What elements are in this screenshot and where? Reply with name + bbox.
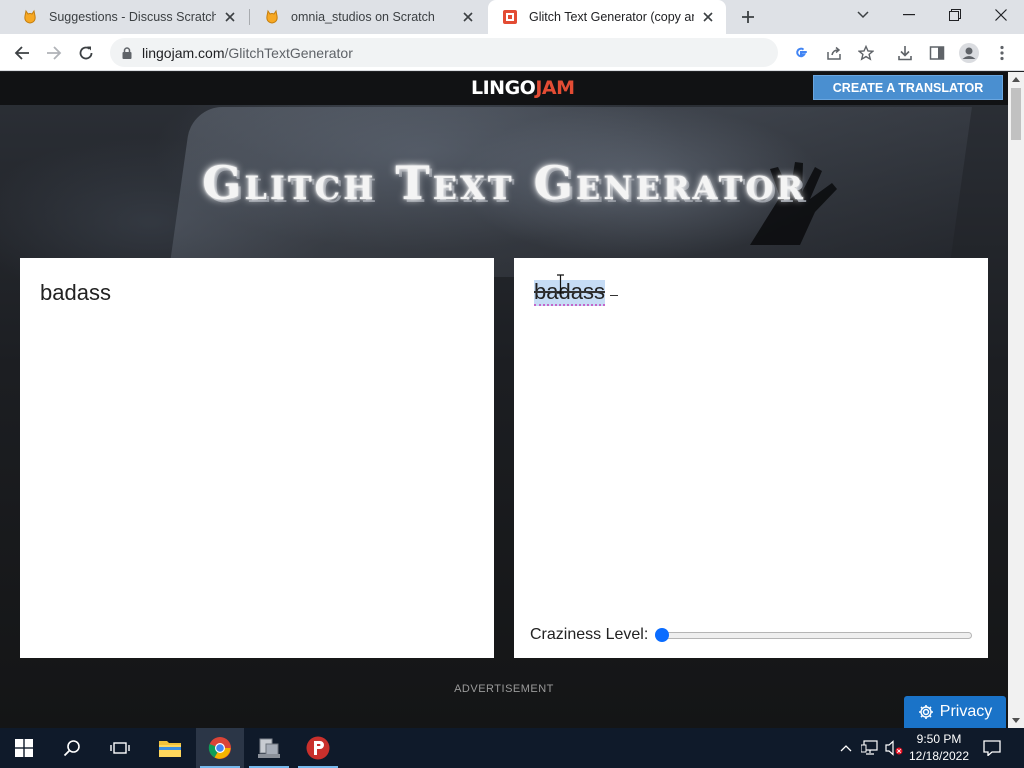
google-lens-icon[interactable] <box>788 40 814 66</box>
windows-taskbar: 9:50 PM 12/18/2022 <box>0 728 1024 768</box>
browser-toolbar: lingojam.com/GlitchTextGenerator <box>0 34 1024 71</box>
url-text: lingojam.com/GlitchTextGenerator <box>142 45 353 61</box>
craziness-slider[interactable] <box>655 628 973 642</box>
create-translator-button[interactable]: CREATE A TRANSLATOR <box>813 75 1003 100</box>
notifications-icon[interactable] <box>980 728 1004 768</box>
url-path: /GlitchTextGenerator <box>224 44 353 61</box>
close-tab-icon[interactable] <box>460 9 476 25</box>
task-view-icon[interactable] <box>96 728 144 768</box>
text-cursor-icon <box>557 274 564 294</box>
advertisement-label: ADVERTISEMENT <box>454 683 554 695</box>
slider-track <box>656 632 973 639</box>
show-hidden-icons-chevron-icon[interactable] <box>836 728 856 768</box>
clock-date: 12/18/2022 <box>908 749 970 763</box>
side-panel-icon[interactable] <box>924 40 950 66</box>
forward-button[interactable] <box>41 40 67 66</box>
tab-title: omnia_studios on Scratch <box>291 10 435 24</box>
url-host: lingojam.com <box>142 44 225 61</box>
reload-button[interactable] <box>73 40 99 66</box>
craziness-control: Craziness Level: <box>530 626 973 644</box>
share-icon[interactable] <box>821 40 847 66</box>
search-icon[interactable] <box>48 728 96 768</box>
lingojam-logo[interactable]: LINGOJAM <box>471 77 575 99</box>
output-textarea[interactable]: badass Craziness Level: <box>514 258 988 658</box>
restore-button[interactable] <box>932 0 978 30</box>
page-title: Glitch Text Generator <box>202 156 806 210</box>
network-status-icon[interactable] <box>859 728 881 768</box>
logo-part-lingo: LINGO <box>471 77 536 99</box>
new-tab-button[interactable] <box>737 6 759 28</box>
scroll-down-arrow-icon[interactable] <box>1012 716 1020 724</box>
output-text-selected: badass <box>534 279 605 306</box>
minimize-button[interactable] <box>886 0 932 30</box>
download-icon[interactable] <box>892 40 918 66</box>
tab-title: Suggestions - Discuss Scratch <box>49 10 216 24</box>
file-explorer-icon[interactable] <box>146 728 194 768</box>
windows-start-icon[interactable] <box>0 728 48 768</box>
volume-muted-icon[interactable] <box>883 728 905 768</box>
psiphon-icon[interactable] <box>294 728 342 768</box>
system-clock[interactable]: 9:50 PM 12/18/2022 <box>906 731 972 765</box>
tab-title: Glitch Text Generator (copy and p <box>529 10 694 24</box>
profile-avatar-icon[interactable] <box>956 40 982 66</box>
menu-kebab-icon[interactable] <box>989 40 1015 66</box>
page-scrollbar[interactable] <box>1008 72 1024 728</box>
bookmark-star-icon[interactable] <box>853 40 879 66</box>
glitch-strike-tail <box>610 295 618 296</box>
network-app-icon[interactable] <box>245 728 293 768</box>
gear-icon <box>918 705 933 719</box>
chrome-icon[interactable] <box>196 728 244 768</box>
scratch-cat-icon <box>22 9 38 25</box>
slider-thumb[interactable] <box>655 628 670 642</box>
input-textarea[interactable]: badass <box>20 258 494 658</box>
lock-icon[interactable] <box>120 46 134 60</box>
close-window-button[interactable] <box>978 0 1024 30</box>
site-header: LINGOJAM CREATE A TRANSLATOR <box>0 72 1008 105</box>
page-viewport: LINGOJAM CREATE A TRANSLATOR Glitch Text… <box>0 72 1008 728</box>
tab-glitch-text-generator[interactable]: Glitch Text Generator (copy and p <box>488 0 726 34</box>
close-tab-icon[interactable] <box>700 9 716 25</box>
tab-omnia-studios[interactable]: omnia_studios on Scratch <box>250 0 486 34</box>
privacy-button[interactable]: Privacy <box>904 696 1006 728</box>
scroll-up-arrow-icon[interactable] <box>1012 76 1020 84</box>
tab-strip: Suggestions - Discuss Scratch omnia_stud… <box>0 0 1024 34</box>
lingojam-icon <box>502 9 518 25</box>
privacy-label: Privacy <box>939 703 993 720</box>
back-button[interactable] <box>9 40 35 66</box>
close-tab-icon[interactable] <box>222 9 238 25</box>
clock-time: 9:50 PM <box>916 732 962 746</box>
tab-suggestions[interactable]: Suggestions - Discuss Scratch <box>8 0 248 34</box>
craziness-label: Craziness Level: <box>530 626 649 643</box>
tab-search-chevron-icon[interactable] <box>840 0 886 30</box>
scrollbar-thumb[interactable] <box>1011 88 1021 140</box>
input-text: badass <box>40 280 111 305</box>
logo-part-jam: JAM <box>535 77 575 99</box>
address-bar[interactable]: lingojam.com/GlitchTextGenerator <box>110 38 778 67</box>
scratch-cat-icon <box>264 9 280 25</box>
